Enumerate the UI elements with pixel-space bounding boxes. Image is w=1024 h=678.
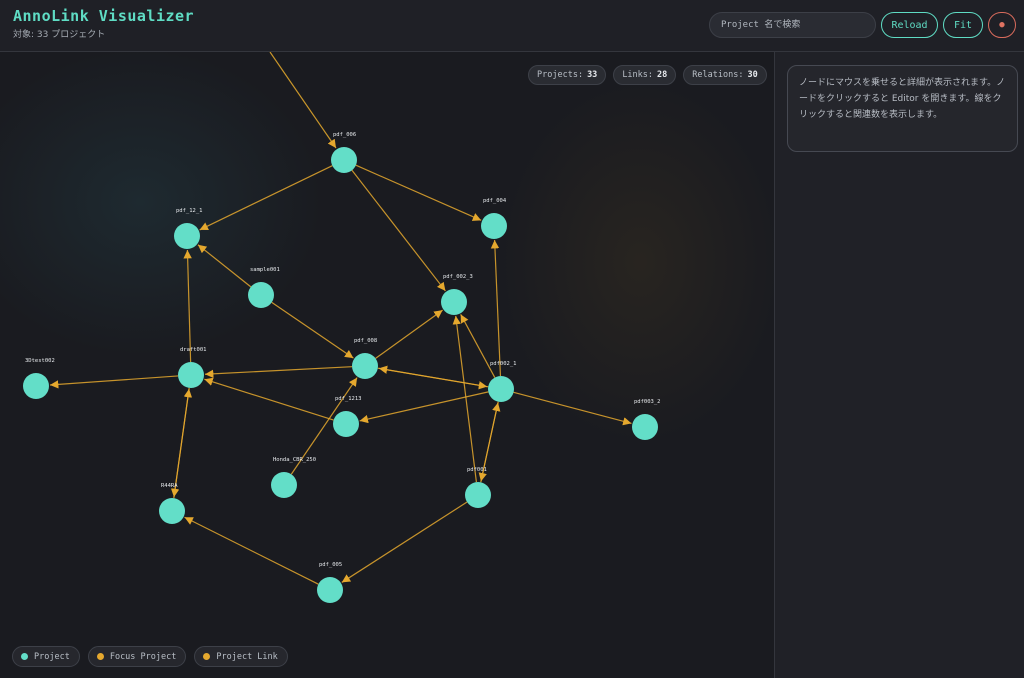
graph-node-label: pdf_004 bbox=[483, 198, 507, 204]
links-stat: Links: 28 bbox=[613, 65, 677, 85]
reload-button[interactable]: Reload bbox=[881, 12, 938, 38]
links-stat-value: 28 bbox=[657, 70, 668, 80]
graph-edge-pdf_006-pdf_004[interactable] bbox=[355, 164, 482, 221]
graph-edge-pdf_006-pdf_002_3[interactable] bbox=[351, 169, 446, 292]
graph-stats: Projects: 33 Links: 28 Relations: 30 bbox=[528, 65, 767, 85]
project-search-input[interactable] bbox=[709, 12, 876, 38]
graph-edge-pdf002_1-pdf003_2[interactable] bbox=[513, 391, 632, 426]
graph-node-label: pdf_002_3 bbox=[443, 274, 473, 280]
app-header: AnnoLink Visualizer 対象: 33 プロジェクト Reload… bbox=[0, 0, 1024, 52]
link-dot-icon bbox=[203, 653, 211, 660]
project-dot-icon bbox=[21, 653, 28, 660]
focus-dot-icon bbox=[96, 653, 104, 660]
projects-stat: Projects: 33 bbox=[528, 65, 607, 85]
graph-node-label: pdf002_1 bbox=[490, 361, 517, 367]
graph-edge-pdf002_1-pdf_002_3[interactable] bbox=[460, 314, 496, 378]
fit-button[interactable]: Fit bbox=[943, 12, 983, 38]
graph-edge-sample001-pdf_008[interactable] bbox=[271, 301, 354, 359]
graph-node-label: pdf001 bbox=[467, 467, 487, 473]
graph-edge-pdf_005-R44RA[interactable] bbox=[184, 516, 319, 585]
graph-edge-offscreen[interactable] bbox=[269, 52, 337, 149]
graph-node-label: pdf_12_1 bbox=[176, 208, 203, 214]
graph-node-3Dtest002[interactable] bbox=[23, 373, 49, 399]
graph-node-pdf_008[interactable] bbox=[352, 353, 378, 379]
graph-node-pdf003_2[interactable] bbox=[632, 414, 658, 440]
relations-stat-value: 30 bbox=[747, 70, 758, 80]
detail-sidebar: ノードにマウスを乗せると詳細が表示されます。ノードをクリックすると Editor… bbox=[775, 52, 1024, 678]
edges-layer bbox=[49, 164, 632, 585]
graph-node-label: Honda_CBR_250 bbox=[273, 457, 316, 463]
graph-edge-pdf002_1-pdf_008[interactable] bbox=[378, 365, 489, 388]
graph-node-label: pdf_005 bbox=[319, 562, 342, 568]
graph-node-sample001[interactable] bbox=[248, 282, 274, 308]
graph-edge-pdf_1213-draft001[interactable] bbox=[204, 377, 334, 421]
graph-canvas[interactable]: pdf_006 pdf_12_1 pdf_004 sample001 pdf_002_3… bbox=[0, 52, 774, 678]
relations-stat: Relations: 30 bbox=[683, 65, 767, 85]
graph-node-pdf_004[interactable] bbox=[481, 213, 507, 239]
graph-node-pdf_1213[interactable] bbox=[333, 411, 359, 437]
legend-project: Project bbox=[12, 646, 80, 667]
graph-node-pdf_005[interactable] bbox=[317, 577, 343, 603]
hint-text: ノードにマウスを乗せると詳細が表示されます。ノードをクリックすると Editor… bbox=[799, 78, 1006, 120]
graph-node-Honda_CBR_250[interactable] bbox=[271, 472, 297, 498]
graph-node-pdf_12_1[interactable] bbox=[174, 223, 200, 249]
graph-node-label: pdf_006 bbox=[333, 132, 356, 138]
legend-focus-project-label: Focus Project bbox=[109, 651, 177, 662]
project-graph[interactable]: pdf_006 pdf_12_1 pdf_004 sample001 pdf_002_3… bbox=[0, 52, 774, 678]
graph-node-label: pdf_008 bbox=[354, 338, 377, 344]
graph-node-pdf002_1[interactable] bbox=[488, 376, 514, 402]
legend-project-link-label: Project Link bbox=[216, 651, 278, 662]
app-title: AnnoLink Visualizer bbox=[13, 7, 195, 25]
legend-focus-project: Focus Project bbox=[87, 646, 187, 667]
graph-edge-sample001-pdf_12_1[interactable] bbox=[197, 244, 252, 288]
hint-card: ノードにマウスを乗せると詳細が表示されます。ノードをクリックすると Editor… bbox=[787, 65, 1018, 152]
graph-node-label: sample001 bbox=[250, 267, 280, 273]
graph-edge-pdf001-pdf_005[interactable] bbox=[341, 501, 468, 583]
graph-legend: Project Focus Project Project Link bbox=[12, 646, 288, 667]
graph-edge-draft001-pdf_12_1[interactable] bbox=[183, 249, 192, 363]
project-count-subtitle: 対象: 33 プロジェクト bbox=[13, 30, 106, 40]
graph-node-label: pdf_1213 bbox=[335, 396, 362, 402]
graph-edge-pdf_008-draft001[interactable] bbox=[204, 366, 353, 379]
graph-node-pdf_006[interactable] bbox=[331, 147, 357, 173]
graph-node-label: draft001 bbox=[180, 347, 207, 353]
projects-stat-label: Projects: bbox=[537, 70, 584, 80]
graph-edge-pdf002_1-pdf_004[interactable] bbox=[490, 239, 502, 377]
close-button[interactable]: ● bbox=[988, 12, 1016, 38]
graph-edge-pdf_008-pdf_002_3[interactable] bbox=[375, 309, 443, 359]
legend-project-link: Project Link bbox=[194, 646, 288, 667]
graph-edge-draft001-R44RA[interactable] bbox=[170, 387, 190, 498]
graph-node-pdf_002_3[interactable] bbox=[441, 289, 467, 315]
links-stat-label: Links: bbox=[622, 70, 654, 80]
graph-node-label: 3Dtest002 bbox=[25, 358, 55, 364]
graph-node-label: pdf003_2 bbox=[634, 399, 661, 405]
graph-edge-draft001-3Dtest002[interactable] bbox=[49, 375, 179, 389]
relations-stat-label: Relations: bbox=[692, 70, 744, 80]
graph-node-R44RA[interactable] bbox=[159, 498, 185, 524]
graph-node-label: R44RA bbox=[161, 483, 178, 489]
graph-node-pdf001[interactable] bbox=[465, 482, 491, 508]
graph-edge-pdf_006-pdf_12_1[interactable] bbox=[199, 165, 333, 231]
legend-project-label: Project bbox=[34, 651, 70, 662]
graph-node-draft001[interactable] bbox=[178, 362, 204, 388]
graph-edge-pdf002_1-pdf_1213[interactable] bbox=[359, 391, 489, 424]
projects-stat-value: 33 bbox=[587, 70, 598, 80]
